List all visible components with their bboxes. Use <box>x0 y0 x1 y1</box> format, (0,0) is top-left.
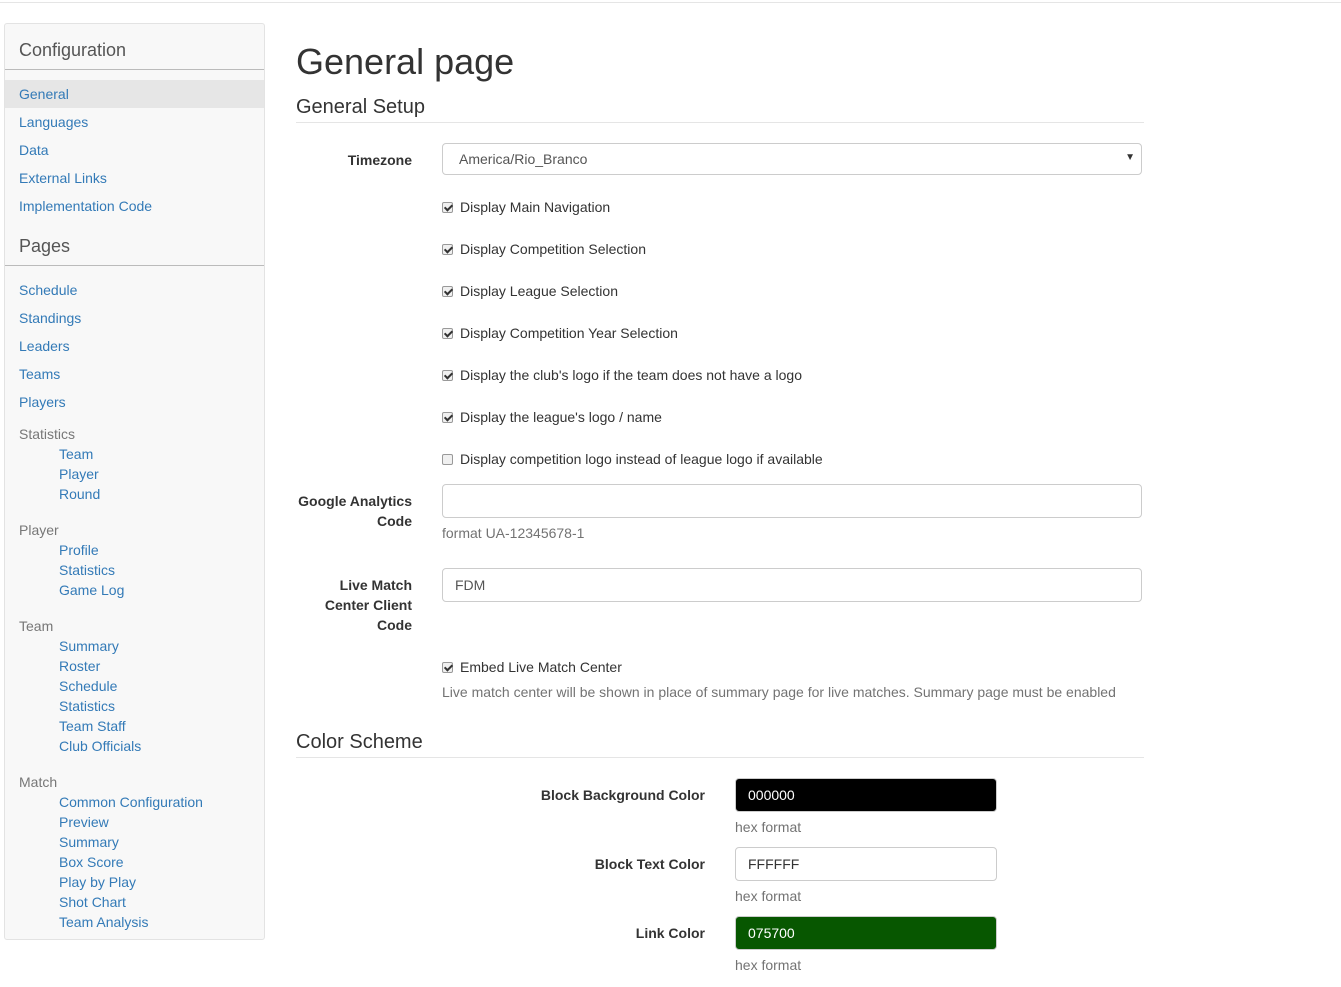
google-analytics-label-line: Code <box>377 513 412 529</box>
google-analytics-input[interactable] <box>442 484 1142 518</box>
sidebar-item-player-game-log[interactable]: Game Log <box>59 580 124 600</box>
checkbox-checked-icon[interactable] <box>442 661 453 673</box>
page-title: General page <box>296 41 515 82</box>
sidebar: Configuration General Languages Data Ext… <box>4 23 265 940</box>
caret-down-icon: ▼ <box>1125 152 1135 163</box>
link-color-help: hex format <box>735 957 802 973</box>
timezone-label: Timezone <box>347 152 412 168</box>
sidebar-group-match: Match <box>19 774 58 790</box>
sidebar-item-team-roster[interactable]: Roster <box>59 656 100 676</box>
embed-help: Live match center will be shown in place… <box>442 684 1116 700</box>
checkbox-display-competition-year-selection[interactable]: Display Competition Year Selection <box>442 323 678 343</box>
sidebar-item-implementation-code[interactable]: Implementation Code <box>19 196 152 216</box>
sidebar-item-statistics-player[interactable]: Player <box>59 464 99 484</box>
sidebar-item-general[interactable]: General <box>19 84 69 104</box>
sidebar-group-statistics: Statistics <box>19 426 76 442</box>
checkbox-embed-live-match-center[interactable]: Embed Live Match Center <box>442 657 622 677</box>
live-match-center-label-line: Live Match <box>339 577 412 593</box>
sidebar-item-match-summary[interactable]: Summary <box>59 832 119 852</box>
sidebar-item-external-links[interactable]: External Links <box>19 168 107 188</box>
sidebar-item-team-statistics[interactable]: Statistics <box>59 696 115 716</box>
sidebar-item-team-club-officials[interactable]: Club Officials <box>59 736 141 756</box>
checkbox-checked-icon[interactable] <box>442 411 453 423</box>
checkbox-display-club-logo[interactable]: Display the club's logo if the team does… <box>442 365 802 385</box>
google-analytics-help: format UA-12345678-1 <box>442 525 585 541</box>
checkbox-label: Embed Live Match Center <box>460 659 622 675</box>
sidebar-divider <box>5 265 264 266</box>
timezone-select[interactable]: America/Rio_Branco ▼ <box>442 143 1142 175</box>
top-border <box>0 2 1341 3</box>
checkbox-checked-icon[interactable] <box>442 327 453 339</box>
timezone-selected-value: America/Rio_Branco <box>459 151 588 167</box>
section-divider <box>296 757 1144 758</box>
general-setup-heading: General Setup <box>296 96 425 118</box>
sidebar-divider <box>5 69 264 70</box>
sidebar-item-leaders[interactable]: Leaders <box>19 336 70 356</box>
sidebar-item-team-staff[interactable]: Team Staff <box>59 716 126 736</box>
section-divider <box>296 122 1144 123</box>
checkbox-label: Display Competition Selection <box>460 241 646 257</box>
sidebar-item-team-summary[interactable]: Summary <box>59 636 119 656</box>
sidebar-item-team-schedule[interactable]: Schedule <box>59 676 117 696</box>
checkbox-display-league-logo[interactable]: Display the league's logo / name <box>442 407 662 427</box>
color-scheme-heading: Color Scheme <box>296 731 423 753</box>
configuration-heading: Configuration <box>19 40 127 60</box>
block-text-color-label: Block Text Color <box>594 856 705 872</box>
checkbox-display-competition-logo[interactable]: Display competition logo instead of leag… <box>442 449 823 469</box>
sidebar-item-schedule[interactable]: Schedule <box>19 280 77 300</box>
sidebar-group-team: Team <box>19 618 54 634</box>
link-color-label: Link Color <box>635 925 705 941</box>
link-color-input[interactable]: 075700 <box>735 916 997 950</box>
sidebar-item-match-team-analysis[interactable]: Team Analysis <box>59 912 148 932</box>
sidebar-item-player-statistics[interactable]: Statistics <box>59 560 115 580</box>
sidebar-item-match-play-by-play[interactable]: Play by Play <box>59 872 136 892</box>
live-match-center-label: Live Match Center Client Code <box>280 575 412 635</box>
sidebar-item-data[interactable]: Data <box>19 140 49 160</box>
sidebar-item-statistics-round[interactable]: Round <box>59 484 100 504</box>
sidebar-item-match-common-configuration[interactable]: Common Configuration <box>59 792 203 812</box>
google-analytics-label: Google Analytics Code <box>280 491 412 531</box>
sidebar-item-standings[interactable]: Standings <box>19 308 81 328</box>
google-analytics-label-line: Google Analytics <box>298 493 412 509</box>
block-background-color-label: Block Background Color <box>540 787 705 803</box>
block-text-color-input[interactable]: FFFFFF <box>735 847 997 881</box>
sidebar-item-players[interactable]: Players <box>19 392 66 412</box>
checkbox-label: Display competition logo instead of leag… <box>460 451 823 467</box>
sidebar-item-teams[interactable]: Teams <box>19 364 60 384</box>
checkbox-label: Display Main Navigation <box>460 199 611 215</box>
checkbox-checked-icon[interactable] <box>442 243 453 255</box>
sidebar-item-languages[interactable]: Languages <box>19 112 88 132</box>
checkbox-label: Display the club's logo if the team does… <box>460 367 802 383</box>
live-match-center-label-line: Code <box>377 617 412 633</box>
live-match-center-label-line: Center Client <box>324 597 412 613</box>
checkbox-unchecked-icon[interactable] <box>442 453 453 465</box>
checkbox-checked-icon[interactable] <box>442 201 453 213</box>
checkbox-checked-icon[interactable] <box>442 369 453 381</box>
checkbox-display-competition-selection[interactable]: Display Competition Selection <box>442 239 646 259</box>
block-background-color-input[interactable]: 000000 <box>735 778 997 812</box>
checkbox-label: Display the league's logo / name <box>460 409 662 425</box>
block-text-color-help: hex format <box>735 888 802 904</box>
sidebar-group-player: Player <box>19 522 59 538</box>
live-match-center-input[interactable]: FDM <box>442 568 1142 602</box>
pages-heading: Pages <box>19 236 71 256</box>
sidebar-item-match-shot-chart[interactable]: Shot Chart <box>59 892 126 912</box>
checkbox-display-league-selection[interactable]: Display League Selection <box>442 281 618 301</box>
sidebar-item-player-profile[interactable]: Profile <box>59 540 99 560</box>
checkbox-label: Display Competition Year Selection <box>460 325 678 341</box>
sidebar-item-match-box-score[interactable]: Box Score <box>59 852 124 872</box>
checkbox-label: Display League Selection <box>460 283 618 299</box>
checkbox-display-main-navigation[interactable]: Display Main Navigation <box>442 197 610 217</box>
checkbox-checked-icon[interactable] <box>442 285 453 297</box>
sidebar-item-statistics-team[interactable]: Team <box>59 444 93 464</box>
block-background-color-help: hex format <box>735 819 802 835</box>
sidebar-item-match-preview[interactable]: Preview <box>59 812 109 832</box>
